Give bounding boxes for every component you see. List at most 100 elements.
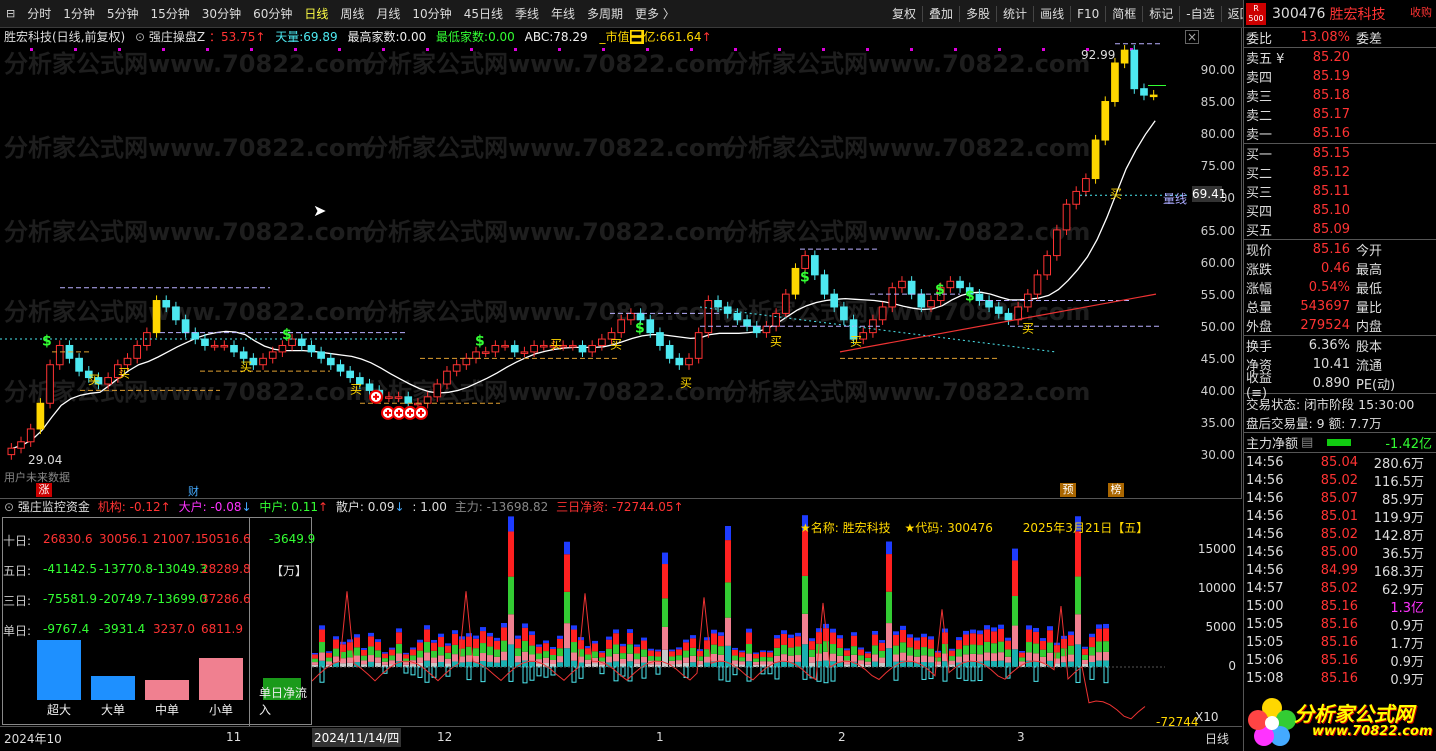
fund-value: -3931.4 (99, 622, 146, 636)
fund-bar (935, 652, 941, 658)
tab-year[interactable]: 年线 (545, 0, 581, 28)
fund-bar (949, 656, 955, 661)
tab-weekly[interactable]: 周线 (334, 0, 370, 28)
outflow-bar (823, 666, 829, 684)
fund-bar (445, 663, 451, 667)
outflow-bar (613, 666, 619, 682)
stock-date: 2025年3月21日【五】 (1022, 521, 1149, 535)
tab-15min[interactable]: 15分钟 (145, 0, 196, 28)
tab-30min[interactable]: 30分钟 (196, 0, 247, 28)
overlay-button[interactable]: 叠加 (923, 0, 959, 28)
fund-bar (1033, 643, 1039, 654)
fund-bar (585, 654, 591, 660)
tab-season[interactable]: 季线 (509, 0, 545, 28)
ask-row: 卖四 85.19 (1244, 67, 1436, 86)
bid-row: 买三 85.11 (1244, 182, 1436, 201)
candle-body (297, 338, 306, 346)
collect-button[interactable]: 收购 (1410, 4, 1432, 20)
weibi-row: 委比 13.08% 委差 (1246, 30, 1383, 47)
main-kline-chart[interactable]: 胜宏科技(日线,前复权) ⊙ 强庄操盘Z ：53.75↑ 天量:69.89 最高… (0, 28, 1242, 498)
add-watchlist-button[interactable]: -自选 (1180, 0, 1220, 28)
draw-line-button[interactable]: 画线 (1034, 0, 1070, 28)
price-axis: 90.0085.0080.0075.0070.0065.0060.0055.00… (1189, 28, 1241, 498)
tab-1min[interactable]: 1分钟 (57, 0, 101, 28)
candle-body (210, 344, 219, 348)
fund-bar (312, 654, 318, 659)
fund-bar (879, 657, 885, 663)
outflow-bar (1033, 666, 1039, 682)
candle-body (1091, 139, 1100, 180)
tab-minute[interactable]: 分时 (21, 0, 57, 28)
fund-bar (396, 632, 402, 644)
fund-bar (347, 662, 353, 667)
window-icon[interactable]: ⊟ (0, 0, 21, 28)
fund-bar (1103, 651, 1109, 661)
fund-bar (410, 647, 416, 650)
fund-bar (718, 635, 724, 647)
multi-stock-button[interactable]: 多股 (960, 0, 996, 28)
fund-bar (830, 653, 836, 662)
tab-monthly[interactable]: 月线 (370, 0, 406, 28)
simple-frame-button[interactable]: 简框 (1106, 0, 1142, 28)
candle-body (317, 351, 325, 359)
watermark-text: 分析家公式网www.70822.com (364, 218, 730, 246)
fund-bar (606, 656, 612, 663)
stat-label: 外盘 (1246, 320, 1273, 335)
fund-bar (704, 649, 710, 657)
fund-bar (739, 652, 745, 658)
outflow-bar (578, 666, 584, 679)
mark-button[interactable]: 标记 (1143, 0, 1179, 28)
fund-bar (690, 635, 696, 639)
tick-price: 85.00 (1320, 544, 1358, 560)
tab-60min[interactable]: 60分钟 (247, 0, 298, 28)
candle-body (927, 300, 935, 308)
fund-bar (725, 540, 731, 583)
outflow-bar (403, 666, 409, 674)
tab-10min[interactable]: 10分钟 (406, 0, 457, 28)
restore-rights-button[interactable]: 复权 (886, 0, 922, 28)
candle-body (230, 344, 238, 353)
candle-body (752, 325, 761, 334)
fund-bar (879, 650, 885, 658)
fund-bar (823, 660, 829, 667)
fund-bar (641, 640, 647, 650)
tick-volume: 168.3万 (1373, 564, 1424, 580)
tick-list[interactable]: 14:56 85.04 280.6万 14:56 85.02 116.5万 14:56 85.… (1244, 453, 1436, 688)
period-label: 日线 (1205, 732, 1230, 746)
tab-more[interactable]: 更多 〉 (629, 0, 681, 28)
tab-5min[interactable]: 5分钟 (101, 0, 145, 28)
tab-45day[interactable]: 45日线 (458, 0, 509, 28)
fund-bar (1089, 655, 1095, 663)
candle-body (530, 344, 538, 353)
tick-row: 14:56 85.02 142.8万 (1244, 525, 1436, 544)
bid-price: 85.11 (1312, 184, 1350, 199)
statistics-button[interactable]: 统计 (997, 0, 1033, 28)
fund-bar (529, 634, 535, 646)
fund-monitor-chart[interactable]: ⊙ 强庄监控资金 机构: -0.12↑ 大户: -0.08↓ 中户: 0.11↑… (0, 498, 1242, 729)
fund-bar (984, 641, 990, 653)
fund-bar (865, 657, 871, 662)
stat-label2: 最高 (1356, 263, 1383, 278)
tab-multi-period[interactable]: 多周期 (581, 0, 629, 28)
candle-body (588, 344, 597, 353)
f10-button[interactable]: F10 (1071, 0, 1105, 28)
fund-bar (837, 647, 843, 656)
fund-row-label: 单日: (3, 624, 32, 638)
fund-bar (1103, 628, 1109, 642)
fund-bar (613, 629, 619, 634)
fund-bar (956, 637, 962, 641)
tab-daily[interactable]: 日线 (298, 0, 334, 28)
fund-bar (466, 655, 472, 662)
fund-bar (487, 636, 493, 647)
fund-bar (984, 625, 990, 630)
zoom-x10[interactable]: X10 (1195, 710, 1219, 724)
fund-summary-box: 十日: 26830.6 30056.1 21007.1 50516.6 五日: -41142… (2, 517, 315, 726)
fund-bar (893, 645, 899, 655)
fund-bar (592, 643, 598, 652)
candle-body (104, 377, 112, 385)
fund-bar (662, 649, 668, 667)
limit-up-marker: 涨 (36, 483, 52, 497)
fund-bar (921, 647, 927, 656)
fund-bar (431, 662, 437, 667)
fund-bar (1040, 640, 1046, 650)
